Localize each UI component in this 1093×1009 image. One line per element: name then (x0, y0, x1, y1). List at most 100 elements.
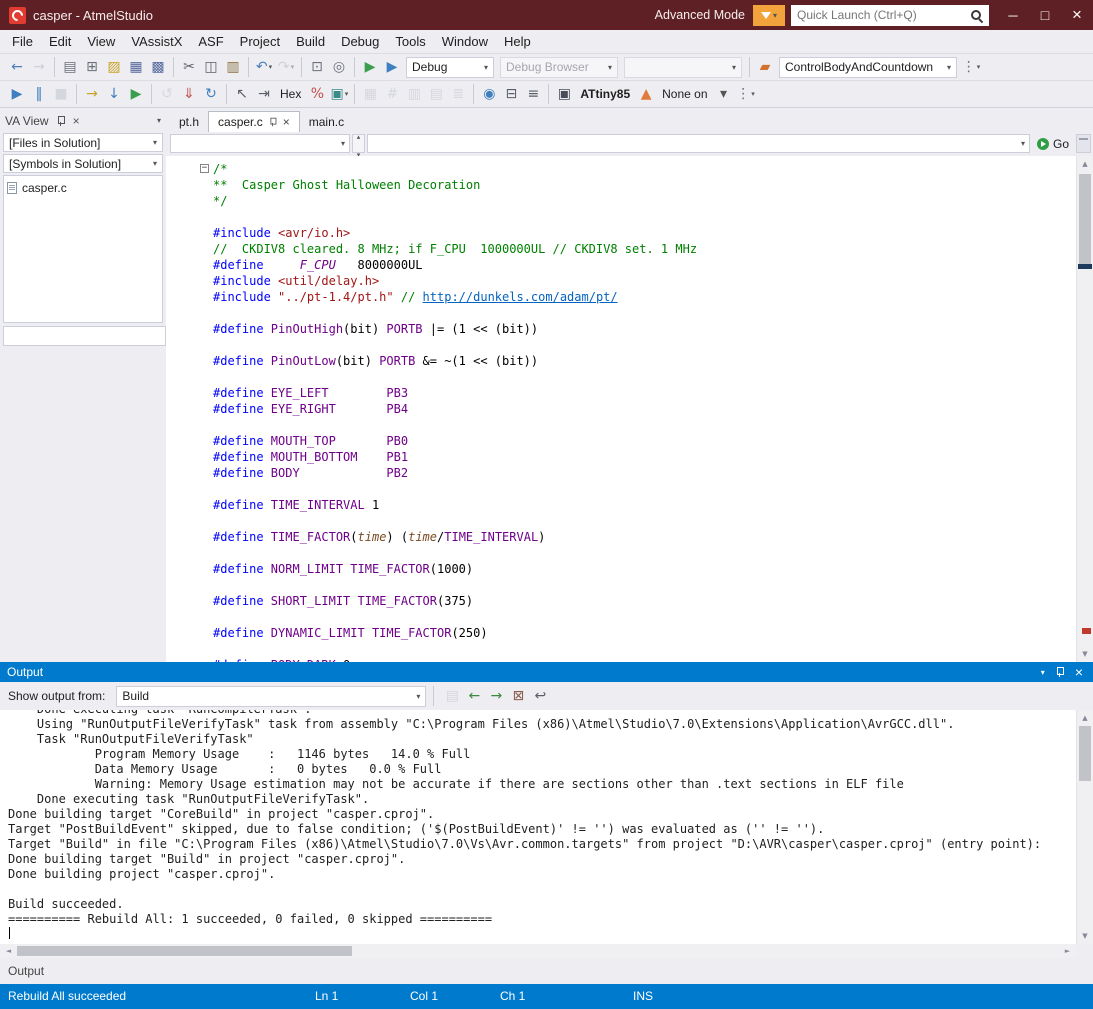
window-options-icon[interactable] (157, 116, 161, 125)
code-line[interactable]: #define TIME_INTERVAL 1 (213, 497, 1076, 513)
splitter-box[interactable] (1076, 134, 1091, 153)
new-project-icon[interactable]: ▤ (59, 56, 81, 78)
output-horizontal-scrollbar[interactable]: ◄ ► (0, 944, 1093, 958)
percent-icon[interactable]: % (306, 83, 328, 105)
code-line[interactable] (213, 481, 1076, 497)
cut-icon[interactable]: ✂ (178, 56, 200, 78)
code-line[interactable] (213, 337, 1076, 353)
code-line[interactable]: #define NORM_LIMIT TIME_FACTOR(1000) (213, 561, 1076, 577)
code-line[interactable]: */ (213, 193, 1076, 209)
close-icon[interactable]: × (1075, 665, 1083, 679)
autos-window-icon[interactable]: ⊟ (500, 83, 522, 105)
scrollbar-thumb[interactable] (1079, 174, 1091, 264)
tab-main.c[interactable]: main.c (300, 111, 353, 132)
position-spinner[interactable] (352, 134, 365, 153)
close-icon[interactable]: × (73, 115, 80, 127)
code-line[interactable]: #define PinOutLow(bit) PORTB &= ~(1 << (… (213, 353, 1076, 369)
flame-icon[interactable]: ▲ (635, 83, 657, 105)
menu-file[interactable]: File (4, 32, 41, 51)
code-line[interactable]: #include <util/delay.h> (213, 273, 1076, 289)
close-button[interactable] (1061, 0, 1093, 30)
menu-vassistx[interactable]: VAssistX (123, 32, 190, 51)
scroll-up-icon[interactable]: ▲ (1077, 156, 1093, 172)
configuration-combo[interactable]: Debug▾ (406, 57, 494, 78)
show-next-statement-icon[interactable]: → (81, 83, 103, 105)
scrollbar-thumb[interactable] (1079, 726, 1091, 781)
menu-asf[interactable]: ASF (190, 32, 231, 51)
code-line[interactable]: #define PinOutHigh(bit) PORTB |= (1 << (… (213, 321, 1076, 337)
menu-debug[interactable]: Debug (333, 32, 387, 51)
code-line[interactable] (213, 609, 1076, 625)
menu-help[interactable]: Help (496, 32, 539, 51)
scroll-up-icon[interactable]: ▲ (1077, 710, 1093, 726)
code-line[interactable] (213, 417, 1076, 433)
screenshot-icon[interactable]: ▣▾ (328, 83, 350, 105)
menu-view[interactable]: View (79, 32, 123, 51)
run-to-cursor-icon[interactable]: ▶ (125, 83, 147, 105)
break-all-icon[interactable]: ‖ (28, 83, 50, 105)
watch-window-icon[interactable]: ◉ (478, 83, 500, 105)
code-line[interactable]: // CKDIV8 cleared. 8 MHz; if F_CPU 10000… (213, 241, 1076, 257)
code-line[interactable]: #define SHORT_LIMIT TIME_FACTOR(375) (213, 593, 1076, 609)
hex-toggle-button[interactable]: Hex (280, 87, 301, 101)
undo-icon[interactable]: ↶▾ (253, 56, 275, 78)
code-line[interactable]: /* (213, 161, 1076, 177)
code-line[interactable]: #define MOUTH_TOP PB0 (213, 433, 1076, 449)
goto-previous-message-icon[interactable]: ← (463, 685, 485, 707)
device-programming-icon[interactable]: ▰ (754, 56, 776, 78)
tab-output[interactable]: Output (8, 964, 44, 978)
clear-all-icon[interactable]: ⊠ (507, 685, 529, 707)
device-name-label[interactable]: ATtiny85 (580, 87, 630, 101)
code-line[interactable]: #include <avr/io.h> (213, 225, 1076, 241)
find-in-files-icon[interactable]: ⊡ (306, 56, 328, 78)
toolbar-overflow-icon[interactable]: ⋮▾ (960, 56, 982, 78)
code-line[interactable]: #define EYE_RIGHT PB4 (213, 401, 1076, 417)
editor-vertical-scrollbar[interactable]: ▲ ▼ (1076, 156, 1093, 662)
code-line[interactable]: #define TIME_FACTOR(time) (time/TIME_INT… (213, 529, 1076, 545)
run-to-line-icon[interactable]: ⇥ (253, 83, 275, 105)
output-log[interactable]: Done executing task "RunCompilerTask". U… (0, 710, 1093, 944)
debug-tool-label[interactable]: None on (662, 87, 707, 101)
save-icon[interactable]: ▦ (125, 56, 147, 78)
restart-debugging-icon[interactable]: ↻ (200, 83, 222, 105)
zoom-icon[interactable]: ◎ (328, 56, 350, 78)
start-without-debugging-icon[interactable]: ▶ (381, 56, 403, 78)
start-debugging-icon[interactable]: ▶ (359, 56, 381, 78)
code-line[interactable] (213, 577, 1076, 593)
startup-project-combo[interactable]: ControlBodyAndCountdown▾ (779, 57, 957, 78)
step-into-icon[interactable]: ↓ (103, 83, 125, 105)
menu-project[interactable]: Project (232, 32, 288, 51)
device-chip-icon[interactable]: ▣ (553, 83, 575, 105)
scroll-left-icon[interactable]: ◄ (0, 947, 17, 955)
symbols-filter-dropdown[interactable]: [Symbols in Solution] ▾ (3, 154, 163, 173)
fold-toggle-icon[interactable] (200, 164, 209, 173)
output-vertical-scrollbar[interactable]: ▲ ▼ (1076, 710, 1093, 944)
toolbar2-overflow-icon[interactable]: ⋮▾ (735, 83, 757, 105)
code-line[interactable] (213, 545, 1076, 561)
scroll-down-icon[interactable]: ▼ (1077, 646, 1093, 662)
pin-icon[interactable] (56, 115, 66, 127)
menu-build[interactable]: Build (288, 32, 333, 51)
code-editor[interactable]: /*** Casper Ghost Halloween Decoration*/… (166, 156, 1093, 662)
scrollbar-thumb[interactable] (17, 946, 352, 956)
continue-icon[interactable]: ▶ (6, 83, 28, 105)
tool-select-caret-icon[interactable]: ▾ (713, 83, 735, 105)
halt-icon[interactable]: ⇓ (178, 83, 200, 105)
menu-window[interactable]: Window (434, 32, 496, 51)
code-line[interactable]: #define DYNAMIC_LIMIT TIME_FACTOR(250) (213, 625, 1076, 641)
navigate-backward-icon[interactable]: ← (6, 56, 28, 78)
advanced-mode-toggle-button[interactable] (753, 5, 785, 26)
scroll-right-icon[interactable]: ► (1059, 947, 1076, 955)
call-stack-icon[interactable]: ≡ (522, 83, 544, 105)
scroll-down-icon[interactable]: ▼ (1077, 928, 1093, 944)
goto-next-message-icon[interactable]: → (485, 685, 507, 707)
auto-hide-pin-icon[interactable] (1055, 666, 1065, 678)
output-source-dropdown[interactable]: Build ▾ (116, 686, 426, 707)
copy-icon[interactable]: ◫ (200, 56, 222, 78)
file-list-item[interactable]: casper.c (7, 179, 159, 197)
code-line[interactable]: #define MOUTH_BOTTOM PB1 (213, 449, 1076, 465)
minimize-button[interactable] (997, 0, 1029, 30)
save-all-icon[interactable]: ▩ (147, 56, 169, 78)
code-line[interactable] (213, 209, 1076, 225)
code-line[interactable] (213, 305, 1076, 321)
